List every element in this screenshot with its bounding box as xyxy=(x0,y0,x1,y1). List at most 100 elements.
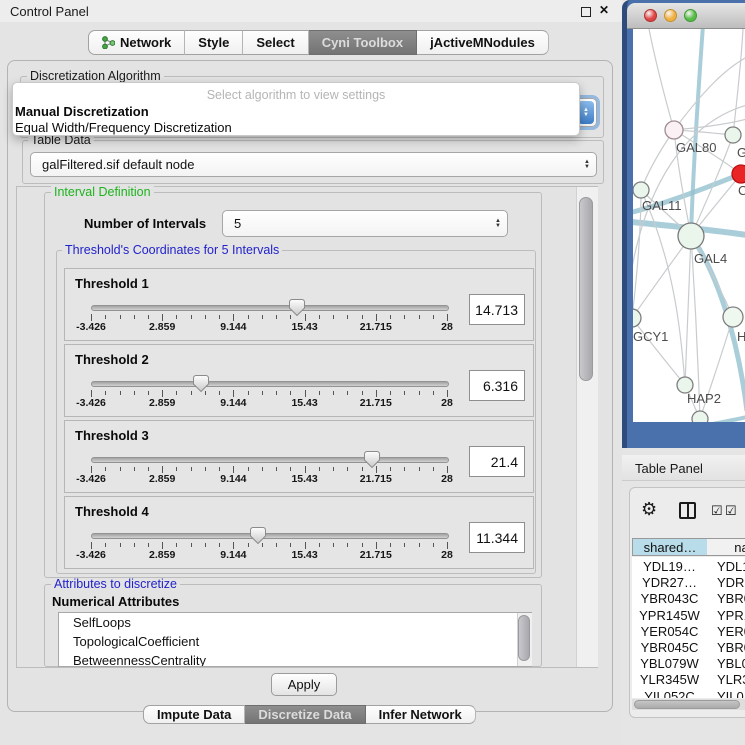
slider-thumb[interactable] xyxy=(193,375,209,392)
close-traffic-light-icon[interactable] xyxy=(644,9,657,22)
tab-impute-data[interactable]: Impute Data xyxy=(143,705,245,724)
tick-label: 15.43 xyxy=(275,321,335,333)
numerical-attributes-list[interactable]: SelfLoopsTopologicalCoefficientBetweenne… xyxy=(58,612,532,667)
number-of-intervals-combobox[interactable]: 5 ▲▼ xyxy=(222,210,508,237)
network-node[interactable] xyxy=(692,411,708,422)
network-edge xyxy=(641,130,674,190)
network-node[interactable] xyxy=(725,127,741,143)
table-row[interactable]: YBR045CYBR0 xyxy=(632,640,745,656)
tab-select[interactable]: Select xyxy=(243,30,308,55)
checkbox-icon[interactable]: ☑ xyxy=(711,504,723,517)
table-row[interactable]: YER054CYER0 xyxy=(632,624,745,640)
numerical-attributes-label: Numerical Attributes xyxy=(52,594,179,609)
attribute-item[interactable]: SelfLoops xyxy=(59,613,531,632)
algorithm-option-equal-width-frequency-discretization[interactable]: Equal Width/Frequency Discretization xyxy=(15,120,232,135)
network-node[interactable] xyxy=(732,165,745,183)
network-node[interactable] xyxy=(678,223,704,249)
threshold-label: Threshold 2 xyxy=(75,352,149,367)
horizontal-scrollbar-thumb[interactable] xyxy=(634,700,740,709)
slider-track[interactable] xyxy=(91,533,449,539)
network-node[interactable] xyxy=(633,182,649,198)
close-icon[interactable]: ✕ xyxy=(599,3,609,17)
window-title: Control Panel xyxy=(10,4,89,19)
tab-label: Infer Network xyxy=(379,707,462,722)
tick-label: 28 xyxy=(417,473,477,485)
algorithm-dropdown-popup: Select algorithm to view settings Manual… xyxy=(12,82,580,136)
combobox-arrows-icon: ▲▼ xyxy=(584,160,590,170)
attribute-item[interactable]: TopologicalCoefficient xyxy=(59,632,531,651)
table-row[interactable]: YDL19…YDL1 xyxy=(632,559,745,575)
network-node-label: GAL80 xyxy=(676,140,716,155)
tab-network[interactable]: Network xyxy=(88,30,185,55)
table-data-combobox[interactable]: galFiltered.sif default node ▲▼ xyxy=(30,152,597,177)
tick-label: 15.43 xyxy=(275,473,335,485)
tab-discretize-data[interactable]: Discretize Data xyxy=(245,705,365,724)
minimize-traffic-light-icon[interactable] xyxy=(664,9,677,22)
tab-style[interactable]: Style xyxy=(185,30,243,55)
control-panel-titlebar: Control Panel xyxy=(0,0,622,23)
checkbox-icon[interactable]: ☑ xyxy=(725,504,737,517)
table-panel-title: Table Panel xyxy=(635,461,703,476)
tick-label: 2.859 xyxy=(132,473,192,485)
combobox-arrows-icon: ▲▼ xyxy=(495,219,501,229)
cell-shared-name: YBR043C xyxy=(632,591,707,606)
slider-thumb[interactable] xyxy=(364,451,380,468)
column-header-name[interactable]: na xyxy=(707,538,745,556)
network-node[interactable] xyxy=(723,307,743,327)
network-node[interactable] xyxy=(665,121,683,139)
network-node-label: HAP2 xyxy=(687,391,721,406)
table-row[interactable]: YPR145WYPR1 xyxy=(632,608,745,624)
attributes-group-title: Attributes to discretize xyxy=(51,578,180,591)
table-row[interactable]: YLR345WYLR3 xyxy=(632,672,745,688)
horizontal-scrollbar[interactable] xyxy=(632,699,745,710)
slider-track[interactable] xyxy=(91,305,449,311)
threshold-value-field[interactable]: 14.713 xyxy=(469,294,525,325)
attribute-item[interactable]: BetweennessCentrality xyxy=(59,651,531,667)
slider-track[interactable] xyxy=(91,381,449,387)
threshold-row-2: Threshold 2-3.4262.8599.14415.4321.71528… xyxy=(64,344,534,417)
network-canvas[interactable]: GAL80GACGAL11GAL4GCY1HHAP2 xyxy=(633,29,745,422)
tick-label: 21.715 xyxy=(346,473,406,485)
apply-button[interactable]: Apply xyxy=(271,673,337,696)
algorithm-option-manual-discretization[interactable]: Manual Discretization xyxy=(15,104,149,119)
tick-label: 15.43 xyxy=(275,549,335,561)
cell-shared-name: YIL052C xyxy=(632,689,707,698)
tick-label: -3.426 xyxy=(61,321,121,333)
attributes-scrollbar-thumb[interactable] xyxy=(518,615,530,661)
slider-thumb[interactable] xyxy=(250,527,266,544)
threshold-row-4: Threshold 4-3.4262.8599.14415.4321.71528… xyxy=(64,496,534,569)
node-table-rows[interactable]: YDL19…YDL1YDR27…YDR2YBR043CYBR0YPR145WYP… xyxy=(632,557,745,698)
tab-jactivemnodules[interactable]: jActiveMNodules xyxy=(417,30,549,55)
combobox-arrows-icon: ▲▼ xyxy=(578,101,594,124)
tick-label: -3.426 xyxy=(61,549,121,561)
threshold-value-field[interactable]: 21.4 xyxy=(469,446,525,477)
tick-label: 15.43 xyxy=(275,397,335,409)
tick-label: 9.144 xyxy=(203,549,263,561)
slider-thumb[interactable] xyxy=(289,299,305,316)
vertical-scrollbar-thumb[interactable] xyxy=(579,197,593,381)
column-layout-icon[interactable] xyxy=(679,502,696,519)
thresholds-group-title: Threshold's Coordinates for 5 Intervals xyxy=(62,244,282,257)
table-row[interactable]: YIL052CYIL0 xyxy=(632,689,745,698)
cell-shared-name: YLR345W xyxy=(632,672,707,687)
float-window-icon[interactable] xyxy=(581,7,591,17)
column-header-shared-name[interactable]: shared… xyxy=(632,538,708,556)
threshold-value-field[interactable]: 6.316 xyxy=(469,370,525,401)
network-node-label: GCY1 xyxy=(633,329,668,344)
threshold-value-field[interactable]: 11.344 xyxy=(469,522,525,553)
tab-infer-network[interactable]: Infer Network xyxy=(366,705,476,724)
tick-label: 21.715 xyxy=(346,397,406,409)
tab-cyni-toolbox[interactable]: Cyni Toolbox xyxy=(309,30,417,55)
threshold-label: Threshold 4 xyxy=(75,504,149,519)
tick-label: 9.144 xyxy=(203,397,263,409)
tab-label: Cyni Toolbox xyxy=(322,35,403,50)
zoom-traffic-light-icon[interactable] xyxy=(684,9,697,22)
table-row[interactable]: YBR043CYBR0 xyxy=(632,591,745,607)
network-node[interactable] xyxy=(633,309,641,327)
table-row[interactable]: YBL079WYBL0 xyxy=(632,656,745,672)
slider-track[interactable] xyxy=(91,457,449,463)
gear-icon[interactable]: ⚙ xyxy=(641,500,657,518)
cell-shared-name: YBL079W xyxy=(632,656,707,671)
table-row[interactable]: YDR27…YDR2 xyxy=(632,575,745,591)
tick-label: 2.859 xyxy=(132,549,192,561)
